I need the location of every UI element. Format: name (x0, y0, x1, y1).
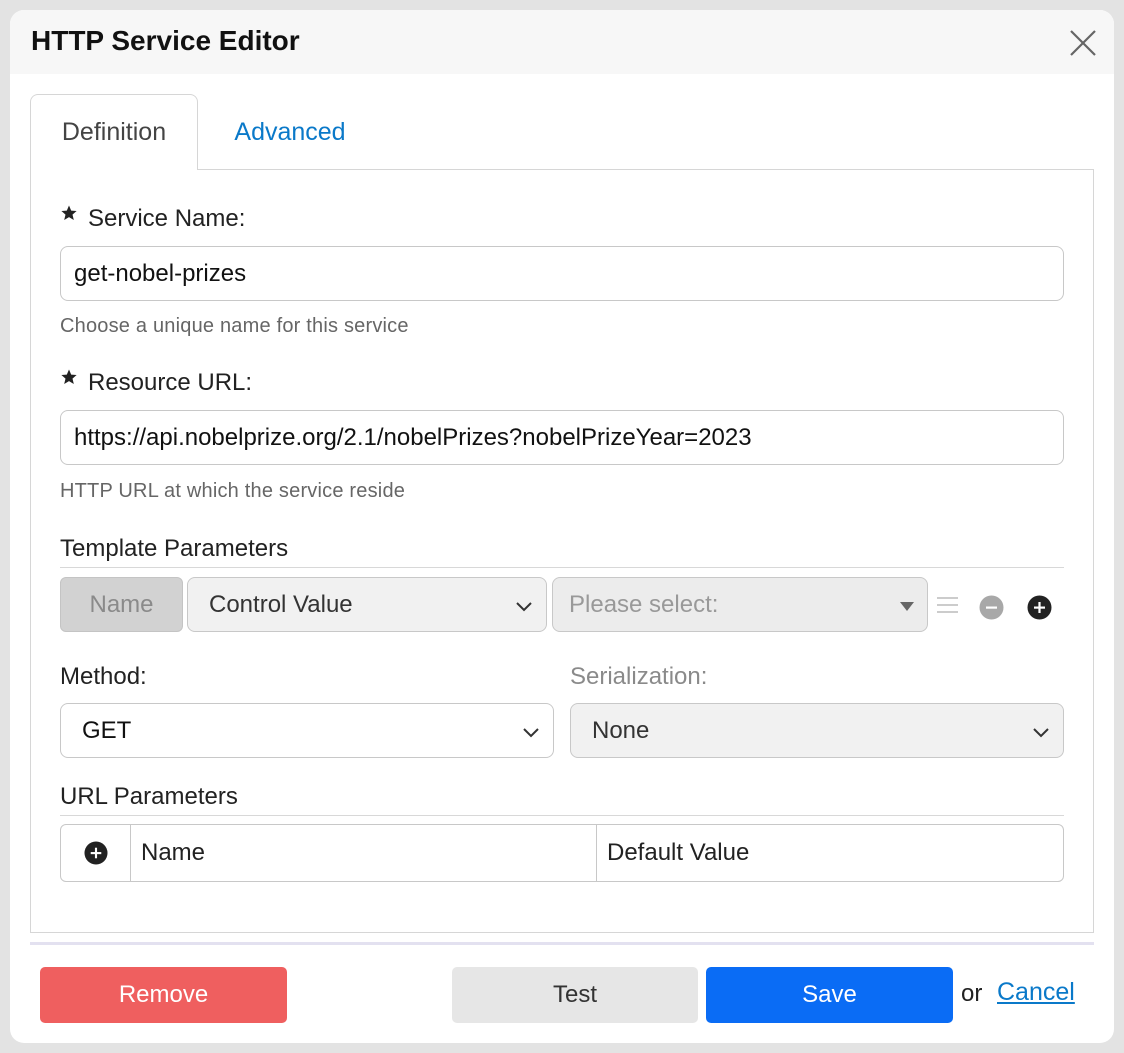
method-select[interactable]: GET (60, 703, 554, 758)
drag-handle-icon[interactable] (936, 594, 960, 616)
service-name-input[interactable]: get-nobel-prizes (60, 246, 1064, 301)
required-star-icon (61, 369, 77, 384)
method-value: GET (82, 716, 132, 744)
column-header-default-value: Default Value (607, 839, 750, 866)
chevron-down-icon (516, 602, 532, 612)
template-parameters-title: Template Parameters (60, 535, 289, 562)
add-parameter-icon[interactable] (1027, 595, 1052, 620)
test-button[interactable]: Test (452, 967, 698, 1023)
service-name-label: Service Name: (88, 205, 246, 232)
template-param-name-field[interactable]: Name (60, 577, 183, 632)
serialization-select[interactable]: None (570, 703, 1064, 758)
resource-url-label: Resource URL: (88, 369, 253, 396)
dialog-titlebar: HTTP Service Editor (10, 10, 1114, 74)
close-icon (1070, 30, 1096, 56)
method-label: Method: (60, 663, 147, 690)
template-parameters-divider (60, 567, 1064, 568)
url-parameters-title: URL Parameters (60, 783, 238, 810)
serialization-label: Serialization: (570, 663, 708, 690)
service-name-hint: Choose a unique name for this service (60, 315, 409, 337)
chevron-down-icon (1033, 728, 1049, 738)
url-parameters-table: Name Default Value (60, 824, 1064, 882)
resource-url-input[interactable]: https://api.nobelprize.org/2.1/nobelPriz… (60, 410, 1064, 465)
add-url-parameter-button[interactable] (61, 825, 131, 881)
tab-advanced[interactable]: Advanced (215, 94, 365, 170)
close-button[interactable] (1068, 28, 1098, 58)
serialization-value: None (592, 716, 650, 744)
resource-url-hint: HTTP URL at which the service reside (60, 480, 406, 502)
http-service-editor-dialog: HTTP Service Editor Definition Advanced … (10, 10, 1114, 1043)
chevron-down-icon (523, 728, 539, 738)
required-star-icon (61, 205, 77, 220)
template-param-control-select[interactable]: Please select: (552, 577, 928, 632)
caret-down-icon (900, 602, 914, 611)
url-parameters-divider (60, 815, 1064, 816)
save-button[interactable]: Save (706, 967, 953, 1023)
add-circle-icon (83, 841, 108, 865)
remove-parameter-icon[interactable] (979, 595, 1004, 620)
or-text: or (961, 980, 983, 1007)
column-header-name: Name (131, 825, 597, 881)
tab-definition[interactable]: Definition (30, 94, 198, 170)
template-param-type-select[interactable]: Control Value (187, 577, 547, 632)
template-param-type-value: Control Value (209, 590, 353, 618)
remove-button[interactable]: Remove (40, 967, 287, 1023)
cancel-link[interactable]: Cancel (997, 978, 1075, 1007)
footer-divider (30, 942, 1094, 945)
dialog-title: HTTP Service Editor (31, 25, 300, 56)
template-param-control-placeholder: Please select: (569, 590, 719, 618)
